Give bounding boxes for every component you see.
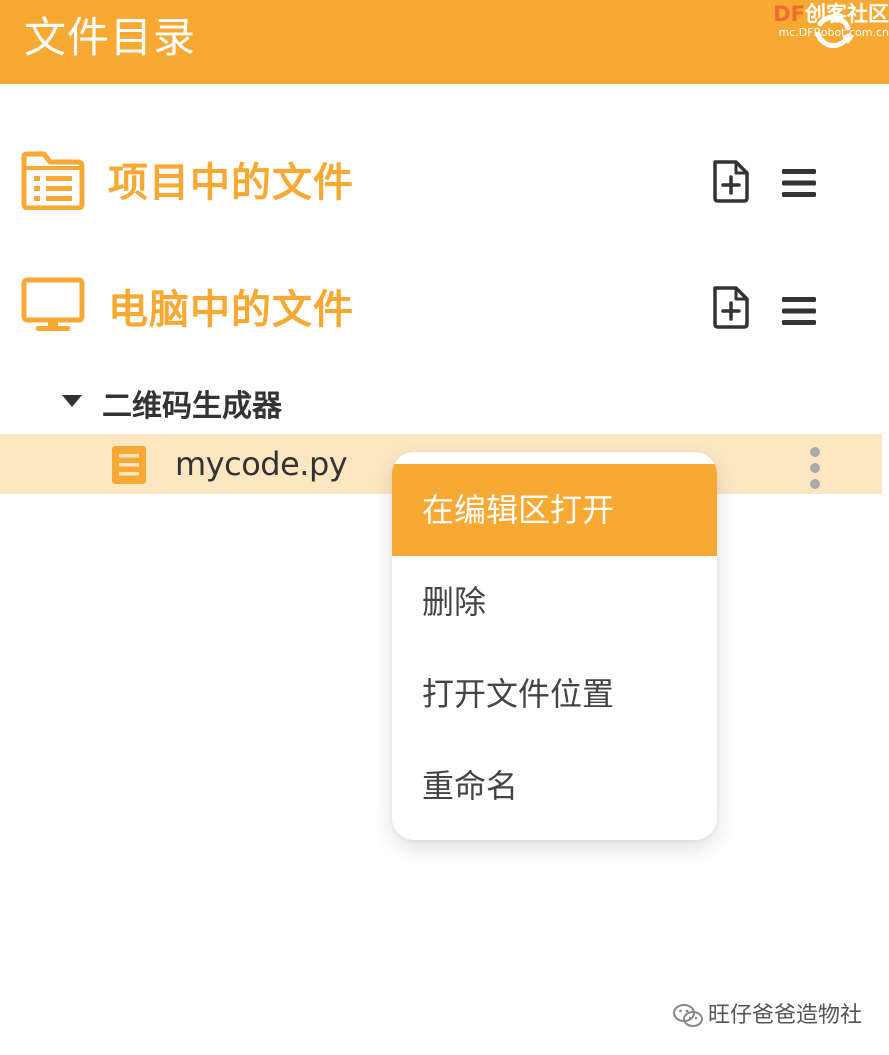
tree-folder-label: 二维码生成器 — [102, 389, 282, 424]
tree-file-label: mycode.py — [175, 445, 348, 483]
context-menu: 在编辑区打开 删除 打开文件位置 重命名 — [392, 452, 717, 840]
section-title: 电脑中的文件 — [108, 287, 354, 333]
section-computer-files: 电脑中的文件 — [0, 272, 889, 352]
watermark-brand: DF创客社区 — [770, 2, 889, 26]
wechat-watermark: 旺仔爸爸造物社 — [672, 996, 872, 1036]
caret-down-icon[interactable] — [60, 392, 84, 410]
watermark-text: 旺仔爸爸造物社 — [708, 1003, 863, 1028]
folder-list-icon — [21, 151, 85, 210]
wechat-icon — [673, 1004, 703, 1027]
menu-icon[interactable] — [780, 166, 818, 200]
watermark-brand-cn: 创客社区 — [805, 2, 889, 26]
menu-item-open-in-editor[interactable]: 在编辑区打开 — [392, 464, 717, 556]
dfrobot-watermark: DF创客社区 mc.DFRobot.com.cn — [770, 2, 889, 46]
page-title: 文件目录 — [24, 13, 197, 62]
watermark-brand-df: DF — [773, 2, 805, 26]
menu-item-delete[interactable]: 删除 — [392, 556, 717, 648]
more-vertical-icon[interactable] — [802, 446, 828, 492]
tree-folder-row[interactable]: 二维码生成器 — [0, 384, 889, 432]
section-project-files: 项目中的文件 — [0, 146, 889, 226]
new-file-icon[interactable] — [710, 284, 752, 330]
file-lines-icon — [112, 446, 146, 484]
menu-icon[interactable] — [780, 294, 818, 328]
menu-item-open-file-location[interactable]: 打开文件位置 — [392, 648, 717, 740]
header-bar: 文件目录 DF创客社区 mc.DFRobot.com.cn — [0, 0, 889, 84]
section-title: 项目中的文件 — [108, 160, 354, 206]
menu-item-rename[interactable]: 重命名 — [392, 740, 717, 832]
watermark-url: mc.DFRobot.com.cn — [778, 26, 889, 39]
monitor-icon — [21, 277, 85, 331]
new-file-icon[interactable] — [710, 158, 752, 204]
